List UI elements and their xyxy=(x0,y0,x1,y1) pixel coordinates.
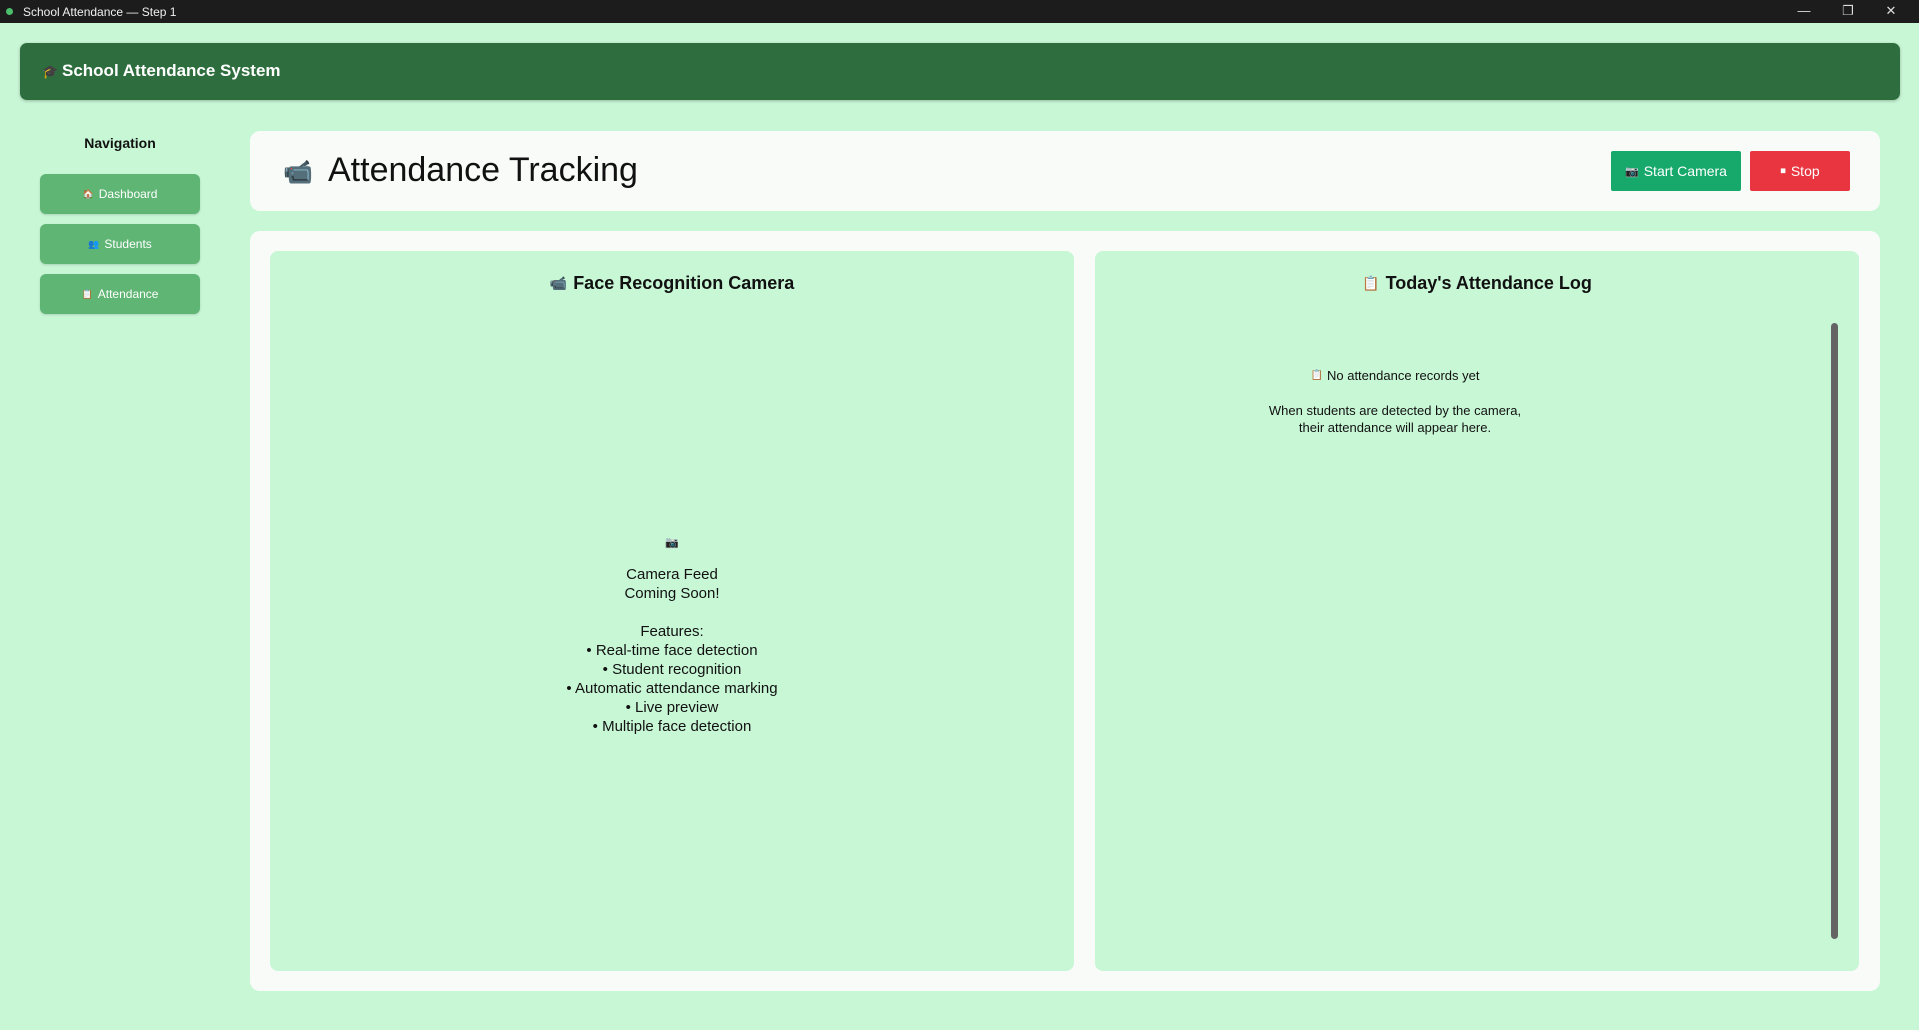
camera-feed-text: Camera Feed xyxy=(626,566,718,583)
empty-state-title: 📋 No attendance records yet xyxy=(1095,368,1695,383)
stop-label: Stop xyxy=(1790,163,1820,179)
camera-placeholder: 📷 Camera Feed Coming Soon! Features: • R… xyxy=(270,534,1074,736)
feature-item: • Live preview xyxy=(625,699,719,716)
start-camera-button[interactable]: 📷 Start Camera xyxy=(1611,151,1741,191)
coming-soon-text: Coming Soon! xyxy=(624,585,720,602)
stop-button[interactable]: ⏹ Stop xyxy=(1750,151,1850,191)
app-icon xyxy=(6,8,13,15)
camera-panel-header: 📹 Face Recognition Camera xyxy=(270,273,1074,294)
camera-panel: 📹 Face Recognition Camera 📷 Camera Feed … xyxy=(270,251,1074,971)
main-card: 📹 Face Recognition Camera 📷 Camera Feed … xyxy=(250,231,1880,991)
empty-state-line: their attendance will appear here. xyxy=(1298,420,1492,435)
users-icon: 👥 xyxy=(88,238,100,249)
window-titlebar: School Attendance — Step 1 — ❐ ✕ xyxy=(0,0,1919,23)
minimize-icon[interactable]: — xyxy=(1790,2,1818,20)
nav-attendance-button[interactable]: 📋 Attendance xyxy=(40,274,200,314)
empty-state-title-text: No attendance records yet xyxy=(1326,368,1480,383)
nav-attendance-label: Attendance xyxy=(97,287,159,301)
camera-icon: 📷 xyxy=(1625,165,1639,178)
attendance-log-panel: 📋 Today's Attendance Log 📋 No attendance… xyxy=(1095,251,1859,971)
camera-icon: 📷 xyxy=(665,537,679,549)
attendance-log-header: 📋 Today's Attendance Log xyxy=(1095,273,1859,294)
empty-state-line: When students are detected by the camera… xyxy=(1268,403,1522,418)
navigation-title: Navigation xyxy=(84,135,156,151)
feature-item: • Multiple face detection xyxy=(592,718,752,735)
app-header: 🎓 School Attendance System xyxy=(20,43,1900,100)
empty-state-message: When students are detected by the camera… xyxy=(1095,402,1695,436)
feature-item: • Real-time face detection xyxy=(586,642,758,659)
start-camera-label: Start Camera xyxy=(1643,163,1727,179)
feature-item: • Student recognition xyxy=(602,661,742,678)
nav-students-button[interactable]: 👥 Students xyxy=(40,224,200,264)
clipboard-icon: 📋 xyxy=(1362,275,1380,291)
home-icon: 🏠 xyxy=(82,188,94,199)
attendance-log-scrollbar[interactable] xyxy=(1831,323,1838,939)
clipboard-icon: 📋 xyxy=(81,288,93,299)
clipboard-icon: 📋 xyxy=(1310,370,1323,381)
maximize-icon[interactable]: ❐ xyxy=(1834,2,1862,20)
app-name: School Attendance System xyxy=(62,61,281,80)
page-header-card: 📹 Attendance Tracking 📷 Start Camera ⏹ S… xyxy=(250,131,1880,211)
stop-icon: ⏹ xyxy=(1780,164,1786,177)
nav-dashboard-button[interactable]: 🏠 Dashboard xyxy=(40,174,200,214)
feature-item: • Automatic attendance marking xyxy=(566,680,778,697)
page-title: Attendance Tracking xyxy=(328,151,638,189)
nav-dashboard-label: Dashboard xyxy=(98,187,158,201)
features-heading: Features: xyxy=(640,623,704,640)
graduation-cap-icon: 🎓 xyxy=(42,64,59,79)
close-icon[interactable]: ✕ xyxy=(1877,2,1905,20)
attendance-log-title: Today's Attendance Log xyxy=(1385,273,1592,293)
video-camera-icon: 📹 xyxy=(283,159,313,186)
window-title: School Attendance — Step 1 xyxy=(23,5,177,19)
video-camera-icon: 📹 xyxy=(549,275,568,291)
camera-panel-title: Face Recognition Camera xyxy=(573,273,795,293)
nav-students-label: Students xyxy=(104,237,152,251)
